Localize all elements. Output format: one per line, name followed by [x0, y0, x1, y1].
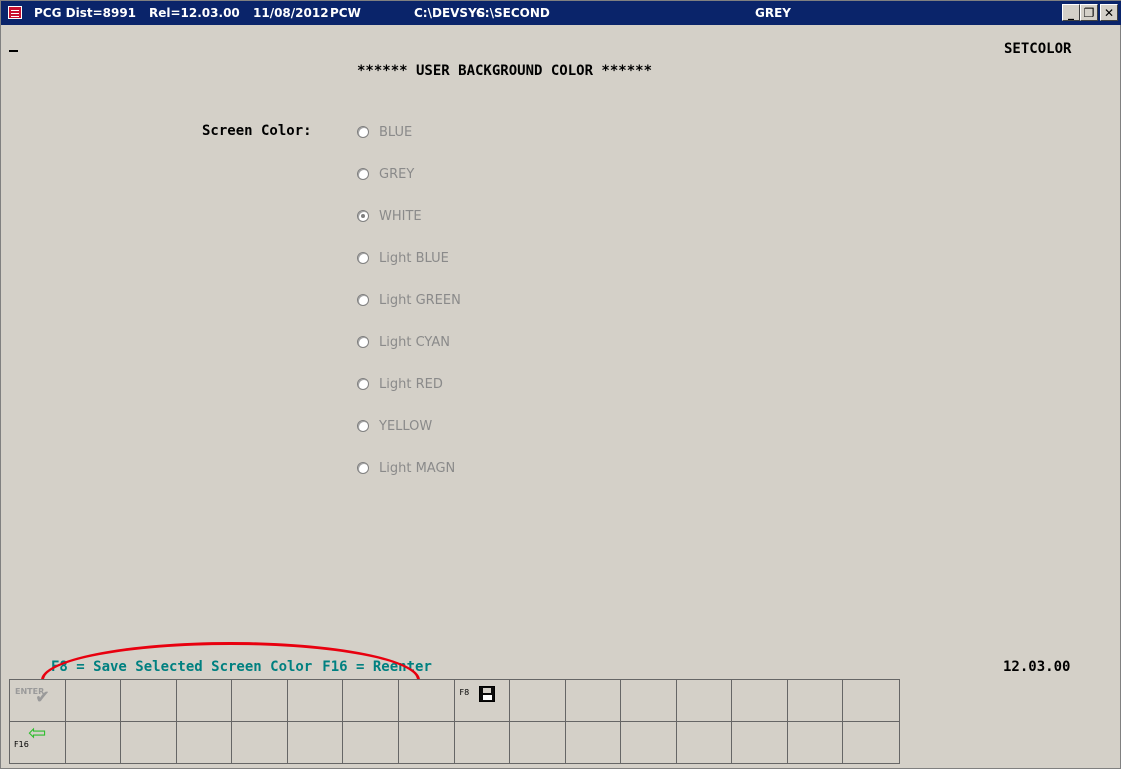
radio-label: Light MAGN [379, 460, 456, 476]
f16-reenter-button[interactable]: F16 ⇦ [10, 721, 66, 763]
minimize-button[interactable]: _ [1062, 4, 1080, 21]
window-controls: _ ❐ ✕ [1062, 4, 1118, 22]
close-button[interactable]: ✕ [1100, 4, 1118, 21]
function-key-slot[interactable] [343, 721, 399, 763]
radio-label: Light RED [379, 376, 443, 392]
radio-button[interactable] [357, 420, 369, 432]
app-menu-icon[interactable] [8, 6, 22, 19]
enter-check-icon: ENTER ✔ [15, 687, 51, 708]
function-key-slot[interactable] [65, 721, 122, 763]
radio-button-selected[interactable] [357, 210, 369, 222]
restore-button[interactable]: ❐ [1080, 4, 1098, 21]
title-district: PCG Dist=8991 [34, 6, 137, 20]
function-key-slot[interactable] [621, 721, 677, 763]
radio-label: WHITE [379, 208, 422, 224]
radio-button[interactable] [357, 336, 369, 348]
radio-button[interactable] [357, 252, 369, 264]
function-key-slot[interactable] [398, 721, 455, 763]
function-key-slot[interactable] [343, 680, 399, 722]
function-key-slot[interactable] [287, 680, 344, 722]
radio-label: Light GREEN [379, 292, 461, 308]
function-key-slot[interactable] [565, 721, 622, 763]
function-key-slot[interactable] [121, 680, 177, 722]
function-key-slot[interactable] [787, 680, 844, 722]
function-key-slot[interactable] [676, 680, 733, 722]
function-key-slot[interactable] [787, 721, 844, 763]
radio-option-light-red[interactable]: Light RED [357, 375, 443, 393]
function-key-slot[interactable] [176, 721, 233, 763]
function-key-slot[interactable] [232, 680, 288, 722]
radio-button[interactable] [357, 168, 369, 180]
function-key-slot[interactable] [621, 680, 677, 722]
function-key-slot[interactable] [287, 721, 344, 763]
radio-label: BLUE [379, 124, 413, 140]
title-date: 11/08/2012 [253, 6, 329, 20]
radio-option-light-magn[interactable]: Light MAGN [357, 459, 455, 477]
function-key-slot[interactable] [843, 721, 899, 763]
radio-option-yellow[interactable]: YELLOW [357, 417, 432, 435]
title-bar[interactable]: PCG Dist=8991 Rel=12.03.00 11/08/2012 PC… [1, 1, 1121, 25]
function-key-slot[interactable] [176, 680, 233, 722]
function-key-slot[interactable] [454, 721, 511, 763]
title-color: GREY [755, 6, 791, 20]
radio-option-light-cyan[interactable]: Light CYAN [357, 333, 450, 351]
title-dir-devsys: C:\DEVSYS [414, 6, 486, 20]
function-key-slot[interactable] [510, 721, 566, 763]
title-dir-second: C:\SECOND [476, 6, 550, 20]
function-key-slot[interactable] [398, 680, 455, 722]
function-key-slot[interactable] [843, 680, 899, 722]
radio-option-grey[interactable]: GREY [357, 165, 414, 183]
function-key-slot[interactable] [676, 721, 733, 763]
radio-button[interactable] [357, 462, 369, 474]
f8-save-button[interactable]: F8 [454, 680, 511, 722]
function-key-toolbar: ENTER ✔ F8 F16 ⇦ [9, 679, 900, 764]
radio-label: GREY [379, 166, 415, 182]
function-key-slot[interactable] [65, 680, 122, 722]
radio-button[interactable] [357, 126, 369, 138]
radio-option-light-green[interactable]: Light GREEN [357, 291, 461, 309]
function-key-slot[interactable] [732, 721, 788, 763]
function-key-slot[interactable] [232, 721, 288, 763]
save-disk-icon: F8 [460, 686, 495, 702]
enter-key-button[interactable]: ENTER ✔ [10, 680, 66, 722]
radio-label: YELLOW [379, 418, 433, 434]
radio-label: Light BLUE [379, 250, 449, 266]
title-release: Rel=12.03.00 [149, 6, 240, 20]
radio-option-blue[interactable]: BLUE [357, 123, 412, 141]
screen-title: ****** USER BACKGROUND COLOR ****** [357, 63, 653, 79]
app-window: PCG Dist=8991 Rel=12.03.00 11/08/2012 PC… [0, 0, 1121, 769]
text-cursor [9, 50, 18, 52]
version-number: 12.03.00 [1003, 659, 1071, 675]
function-key-slot[interactable] [732, 680, 788, 722]
radio-button[interactable] [357, 294, 369, 306]
radio-option-light-blue[interactable]: Light BLUE [357, 249, 449, 267]
program-name: SETCOLOR [1004, 41, 1072, 57]
title-app: PCW [330, 6, 361, 20]
function-key-slot[interactable] [565, 680, 622, 722]
radio-label: Light CYAN [379, 334, 450, 350]
screen-color-label: Screen Color: [202, 123, 312, 139]
radio-button[interactable] [357, 378, 369, 390]
function-key-slot[interactable] [121, 721, 177, 763]
function-key-slot[interactable] [510, 680, 566, 722]
radio-option-white[interactable]: WHITE [357, 207, 422, 225]
